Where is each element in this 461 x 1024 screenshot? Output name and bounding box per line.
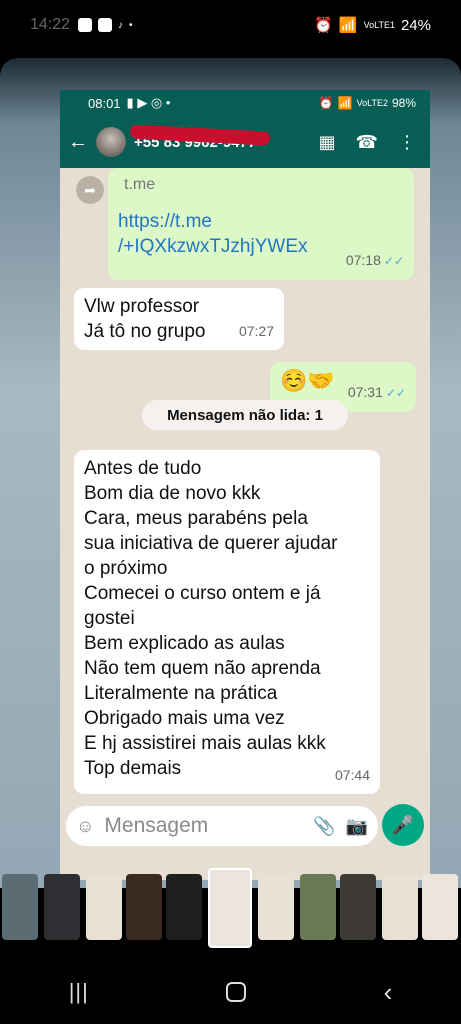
system-nav-bar: ||| ‹ — [0, 960, 461, 1024]
inner-notification-icons: ▮ ▶ ◎ • — [126, 95, 171, 110]
more-vert-icon[interactable]: ⋮ — [398, 132, 416, 153]
message-bubble[interactable]: Antes de tudo Bom dia de novo kkk Cara, … — [74, 450, 380, 794]
back-arrow-icon[interactable]: ← — [68, 131, 88, 154]
thumbnail[interactable] — [340, 874, 376, 940]
dot-icon: • — [129, 19, 133, 31]
inner-screenshot: 08:01 ▮ ▶ ◎ • ⏰ 📶 VoLTE2 98% ← +55 83 99… — [60, 90, 430, 880]
message-text: Antes de tudo Bom dia de novo kkk Cara, … — [84, 458, 338, 779]
battery-label: 24% — [400, 16, 431, 34]
call-add-icon[interactable]: ☎ — [356, 132, 378, 153]
forward-icon[interactable]: ➦ — [76, 176, 104, 204]
volte-label: VoLTE1 — [363, 19, 395, 30]
alarm-icon: ⏰ — [314, 17, 333, 34]
thumbnail[interactable] — [422, 874, 458, 940]
inner-status-bar: 08:01 ▮ ▶ ◎ • ⏰ 📶 VoLTE2 98% — [60, 90, 430, 116]
read-ticks-icon: ✓✓ — [385, 386, 406, 400]
outer-status-bar: 14:22 ♪ • ⏰ 📶 VoLTE1 24% — [0, 0, 461, 50]
thumbnail-active[interactable] — [208, 868, 252, 948]
inner-battery-label: 98% — [391, 96, 416, 110]
avatar[interactable] — [96, 127, 126, 157]
thumbnail[interactable] — [300, 874, 336, 940]
tiktok-icon: ♪ — [118, 19, 124, 31]
chat-area: ➦ t.me https://t.me /+IQXkzwxTJzhjYWEx 0… — [60, 168, 430, 798]
inner-alarm-icon: ⏰ — [318, 96, 334, 110]
thumbnail[interactable] — [126, 874, 162, 940]
unread-divider: Mensagem não lida: 1 — [142, 400, 348, 430]
message-time: 07:27 — [238, 323, 274, 339]
link-preview: t.me — [124, 176, 156, 193]
camera-icon[interactable]: 📷 — [346, 816, 368, 837]
inner-volte-label: VoLTE2 — [356, 97, 388, 108]
youtube-icon — [98, 18, 113, 32]
screen: 14:22 ♪ • ⏰ 📶 VoLTE1 24% 08:01 ▮ ▶ ◎ • ⏰… — [0, 0, 461, 1024]
store-icon[interactable]: ▦ — [319, 132, 336, 153]
message-placeholder[interactable]: Mensagem — [104, 814, 303, 838]
chat-header: ← +55 83 9962-9477 ▦ ☎ ⋮ — [60, 116, 430, 168]
thumbnail[interactable] — [86, 874, 122, 940]
thumbnail[interactable] — [2, 874, 38, 940]
read-ticks-icon: ✓✓ — [383, 254, 404, 268]
message-bubble[interactable]: Vlw professor Já tô no grupo 07:27 — [74, 288, 284, 350]
back-icon[interactable]: ‹ — [384, 977, 393, 1008]
wifi-icon: 📶 — [338, 17, 358, 34]
attach-icon[interactable]: 📎 — [313, 816, 335, 837]
message-input[interactable]: ☺ Mensagem 📎 📷 — [66, 806, 378, 846]
thumbnail[interactable] — [44, 874, 80, 940]
inner-time: 08:01 — [88, 95, 121, 111]
message-time: 07:44 — [334, 767, 370, 783]
inner-wifi-icon: 📶 — [337, 96, 353, 110]
emoji-icon[interactable]: ☺ — [76, 816, 94, 837]
recent-apps-icon[interactable]: ||| — [69, 979, 89, 1005]
message-time: 07:31 — [347, 384, 383, 400]
thumbnail[interactable] — [258, 874, 294, 940]
home-icon[interactable] — [226, 982, 247, 1002]
gallery-icon — [78, 18, 93, 32]
thumbnail[interactable] — [166, 874, 202, 940]
thumbnail-strip — [0, 868, 461, 948]
outer-time: 14:22 — [30, 16, 71, 33]
message-text: Vlw professor Já tô no grupo — [84, 296, 206, 342]
mic-icon[interactable]: 🎤 — [382, 804, 424, 846]
message-time: 07:18 — [345, 252, 381, 268]
message-bubble[interactable]: t.me https://t.me /+IQXkzwxTJzhjYWEx 07:… — [108, 168, 414, 280]
thumbnail[interactable] — [382, 874, 418, 940]
